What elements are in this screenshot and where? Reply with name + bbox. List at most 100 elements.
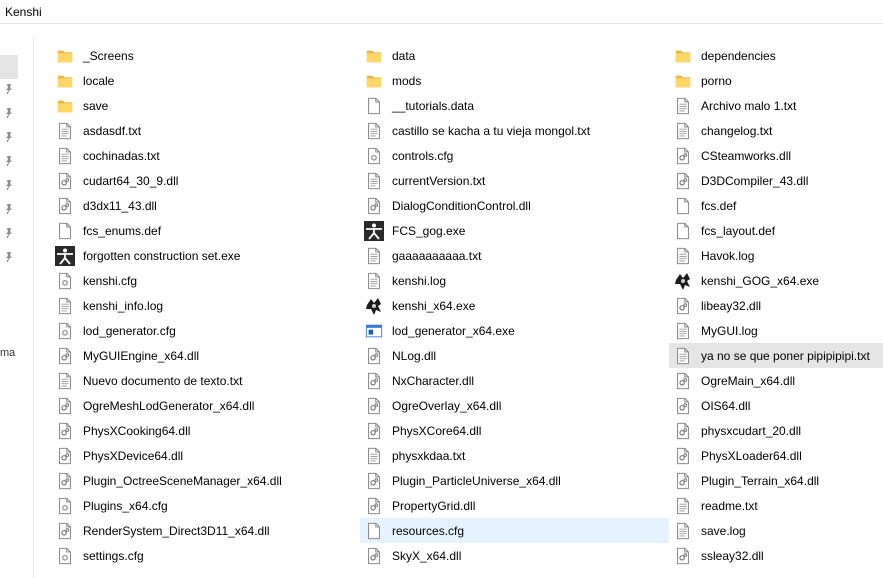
file-item[interactable]: fcs_layout.def — [669, 218, 883, 243]
window-titlebar: Kenshi — [0, 0, 883, 24]
file-item[interactable]: forgotten construction set.exe — [51, 243, 360, 268]
file-name: physxkdaa.txt — [392, 448, 466, 463]
file-item[interactable]: PhysXCore64.dll — [360, 418, 669, 443]
file-item[interactable]: porno — [669, 68, 883, 93]
config-file-icon — [55, 271, 75, 291]
file-item[interactable]: controls.cfg — [360, 143, 669, 168]
file-name: dependencies — [701, 48, 776, 63]
file-item[interactable]: FCS_gog.exe — [360, 218, 669, 243]
file-name: PhysXDevice64.dll — [83, 448, 184, 463]
file-item[interactable]: asdasdf.txt — [51, 118, 360, 143]
folder-icon — [673, 46, 693, 66]
blank-file-icon — [364, 521, 384, 541]
file-item[interactable]: Nuevo documento de texto.txt — [51, 368, 360, 393]
file-item[interactable]: save.log — [669, 518, 883, 543]
file-name: cochinadas.txt — [83, 148, 160, 163]
file-name: resources.cfg — [392, 523, 465, 538]
file-item[interactable]: PhysXCooking64.dll — [51, 418, 360, 443]
file-item[interactable]: OgreOverlay_x64.dll — [360, 393, 669, 418]
file-item[interactable]: SkyX_x64.dll — [360, 543, 669, 568]
file-item[interactable]: data — [360, 43, 669, 68]
file-item[interactable]: changelog.txt — [669, 118, 883, 143]
file-item[interactable]: MyGUIEngine_x64.dll — [51, 343, 360, 368]
file-name: OgreMain_x64.dll — [701, 373, 796, 388]
file-name: fcs.def — [701, 198, 737, 213]
file-item[interactable]: OgreMeshLodGenerator_x64.dll — [51, 393, 360, 418]
file-item[interactable]: kenshi.cfg — [51, 268, 360, 293]
fcs-app-icon — [364, 220, 384, 241]
file-name: Archivo malo 1.txt — [701, 98, 797, 113]
file-list-view[interactable]: _Screens locale save asdasdf.txt cochinadas.… — [34, 37, 883, 578]
file-item[interactable]: d3dx11_43.dll — [51, 193, 360, 218]
file-item[interactable]: cochinadas.txt — [51, 143, 360, 168]
file-item[interactable]: PhysXDevice64.dll — [51, 443, 360, 468]
file-item[interactable]: DialogConditionControl.dll — [360, 193, 669, 218]
file-name: ssleay32.dll — [701, 548, 764, 563]
file-item[interactable]: fcs.def — [669, 193, 883, 218]
file-grid: _Screens locale save asdasdf.txt cochinadas.… — [51, 43, 883, 568]
file-item[interactable]: currentVersion.txt — [360, 168, 669, 193]
file-item[interactable]: libeay32.dll — [669, 293, 883, 318]
window-title: Kenshi — [5, 5, 42, 19]
file-item[interactable]: save — [51, 93, 360, 118]
file-name: castillo se kacha a tu vieja mongol.txt — [392, 123, 591, 138]
file-name: MyGUIEngine_x64.dll — [83, 348, 200, 363]
text-file-icon — [364, 446, 384, 466]
file-item[interactable]: Plugin_Terrain_x64.dll — [669, 468, 883, 493]
file-item[interactable]: fcs_enums.def — [51, 218, 360, 243]
file-item[interactable]: ssleay32.dll — [669, 543, 883, 568]
file-item[interactable]: lod_generator.cfg — [51, 318, 360, 343]
file-item[interactable]: gaaaaaaaaaa.txt — [360, 243, 669, 268]
dll-file-icon — [55, 521, 75, 541]
navigation-pane[interactable]: ma — [0, 37, 21, 578]
file-name: save.log — [701, 523, 746, 538]
file-item[interactable]: Plugin_OctreeSceneManager_x64.dll — [51, 468, 360, 493]
file-item[interactable]: locale — [51, 68, 360, 93]
file-item[interactable]: physxcudart_20.dll — [669, 418, 883, 443]
file-item[interactable]: Havok.log — [669, 243, 883, 268]
file-name: fcs_layout.def — [701, 223, 776, 238]
pin-icon — [4, 155, 14, 167]
file-item[interactable]: lod_generator_x64.exe — [360, 318, 669, 343]
file-item[interactable]: NLog.dll — [360, 343, 669, 368]
file-item[interactable]: _Screens — [51, 43, 360, 68]
file-item[interactable]: CSteamworks.dll — [669, 143, 883, 168]
file-item[interactable]: settings.cfg — [51, 543, 360, 568]
config-file-icon — [55, 496, 75, 516]
file-item[interactable]: MyGUI.log — [669, 318, 883, 343]
file-item[interactable]: mods — [360, 68, 669, 93]
file-item[interactable]: ya no se que poner pipipipipi.txt — [669, 343, 883, 368]
file-item[interactable]: resources.cfg — [360, 518, 669, 543]
file-name: OIS64.dll — [701, 398, 751, 413]
file-item[interactable]: dependencies — [669, 43, 883, 68]
file-name: D3DCompiler_43.dll — [701, 173, 809, 188]
file-name: Plugin_Terrain_x64.dll — [701, 473, 820, 488]
file-item[interactable]: kenshi_x64.exe — [360, 293, 669, 318]
file-item[interactable]: OIS64.dll — [669, 393, 883, 418]
dll-file-icon — [673, 421, 693, 441]
file-item[interactable]: physxkdaa.txt — [360, 443, 669, 468]
file-item[interactable]: __tutorials.data — [360, 93, 669, 118]
file-name: DialogConditionControl.dll — [392, 198, 531, 213]
file-item[interactable]: kenshi.log — [360, 268, 669, 293]
folder-icon — [55, 46, 75, 66]
file-item[interactable]: Archivo malo 1.txt — [669, 93, 883, 118]
file-item[interactable]: cudart64_30_9.dll — [51, 168, 360, 193]
file-item[interactable]: Plugins_x64.cfg — [51, 493, 360, 518]
file-item[interactable]: kenshi_info.log — [51, 293, 360, 318]
nav-item-label[interactable]: ma — [0, 347, 15, 359]
file-item[interactable]: PropertyGrid.dll — [360, 493, 669, 518]
file-item[interactable]: PhysXLoader64.dll — [669, 443, 883, 468]
file-item[interactable]: OgreMain_x64.dll — [669, 368, 883, 393]
file-item[interactable]: NxCharacter.dll — [360, 368, 669, 393]
config-file-icon — [55, 546, 75, 566]
file-name: PhysXLoader64.dll — [701, 448, 802, 463]
file-item[interactable]: readme.txt — [669, 493, 883, 518]
file-item[interactable]: castillo se kacha a tu vieja mongol.txt — [360, 118, 669, 143]
file-item[interactable]: kenshi_GOG_x64.exe — [669, 268, 883, 293]
nav-selected-item[interactable] — [0, 55, 18, 79]
dll-file-icon — [364, 546, 384, 566]
file-item[interactable]: D3DCompiler_43.dll — [669, 168, 883, 193]
file-item[interactable]: RenderSystem_Direct3D11_x64.dll — [51, 518, 360, 543]
file-item[interactable]: Plugin_ParticleUniverse_x64.dll — [360, 468, 669, 493]
